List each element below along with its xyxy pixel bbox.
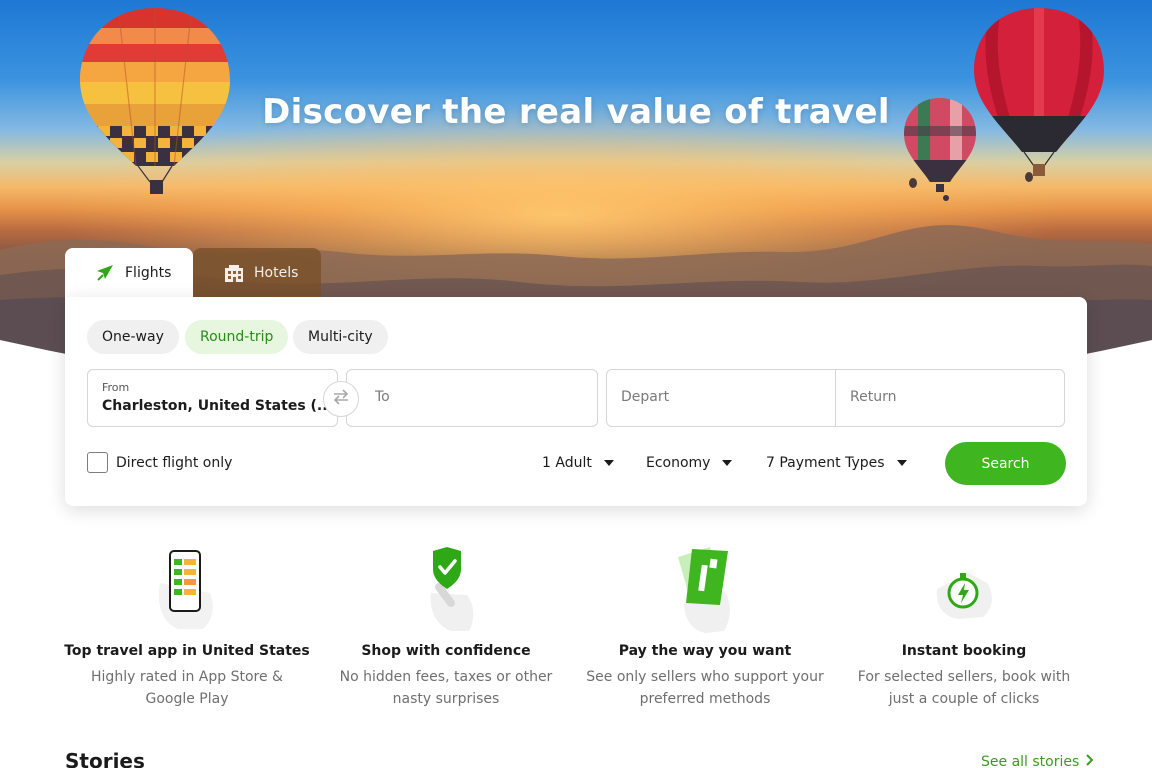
feature-title: Shop with confidence	[361, 643, 531, 659]
return-placeholder: Return	[850, 389, 897, 405]
tab-hotels[interactable]: Hotels	[193, 248, 321, 298]
search-button[interactable]: Search	[945, 442, 1066, 485]
building-icon	[224, 263, 244, 283]
feature-title: Pay the way you want	[618, 643, 792, 659]
see-all-label: See all stories	[981, 754, 1080, 768]
phone-app-icon	[62, 540, 312, 635]
passengers-dropdown[interactable]: 1 Adult	[542, 452, 614, 474]
to-field[interactable]: To	[346, 369, 598, 427]
feature-description: Highly rated in App Store & Google Play	[91, 669, 283, 707]
caret-down-icon	[896, 460, 907, 466]
stories-heading: Stories	[65, 749, 145, 768]
feature-description: No hidden fees, taxes or other nasty sur…	[339, 669, 553, 707]
swap-button[interactable]	[323, 381, 359, 417]
from-field[interactable]: From Charleston, United States (...	[87, 369, 338, 427]
swap-arrows-icon	[332, 389, 350, 409]
stopwatch-bolt-icon	[839, 540, 1089, 635]
flight-search-panel: One-way Round-trip Multi-city From Charl…	[65, 297, 1087, 506]
payment-types-value: 7 Payment Types	[766, 455, 885, 471]
from-value: Charleston, United States (...	[102, 398, 333, 414]
passengers-value: 1 Adult	[542, 455, 592, 471]
see-all-stories-link[interactable]: See all stories	[981, 754, 1094, 768]
direct-flight-checkbox[interactable]	[87, 452, 108, 473]
depart-date-field[interactable]: Depart	[606, 369, 836, 427]
shield-check-icon	[321, 540, 571, 635]
payment-types-dropdown[interactable]: 7 Payment Types	[766, 452, 907, 474]
trip-type-multi-city[interactable]: Multi-city	[293, 320, 388, 354]
feature-description: See only sellers who support your prefer…	[586, 669, 824, 707]
cabin-class-dropdown[interactable]: Economy	[646, 452, 733, 474]
feature-card: Top travel app in United States Highly r…	[62, 540, 312, 710]
chevron-right-icon	[1085, 754, 1094, 768]
tab-label: Hotels	[254, 265, 299, 281]
feature-card: Instant booking For selected sellers, bo…	[839, 540, 1089, 710]
feature-title: Instant booking	[901, 643, 1027, 659]
depart-placeholder: Depart	[621, 389, 670, 405]
return-date-field[interactable]: Return	[835, 369, 1065, 427]
caret-down-icon	[722, 460, 733, 466]
feature-description: For selected sellers, book with just a c…	[857, 669, 1071, 707]
to-placeholder: To	[375, 389, 390, 405]
feature-card: Shop with confidence No hidden fees, tax…	[321, 540, 571, 710]
caret-down-icon	[603, 460, 614, 466]
plane-icon	[95, 263, 115, 283]
trip-type-one-way[interactable]: One-way	[87, 320, 179, 354]
direct-flight-label: Direct flight only	[116, 454, 233, 471]
tab-flights[interactable]: Flights	[65, 248, 193, 298]
direct-flight-toggle[interactable]: Direct flight only	[87, 452, 232, 473]
feature-card: Pay the way you want See only sellers wh…	[580, 540, 830, 710]
cabin-class-value: Economy	[646, 455, 711, 471]
feature-title: Top travel app in United States	[64, 643, 310, 659]
tab-label: Flights	[125, 265, 172, 281]
payment-card-icon	[580, 540, 830, 635]
from-label: From	[102, 381, 130, 394]
trip-type-round-trip[interactable]: Round-trip	[185, 320, 289, 354]
